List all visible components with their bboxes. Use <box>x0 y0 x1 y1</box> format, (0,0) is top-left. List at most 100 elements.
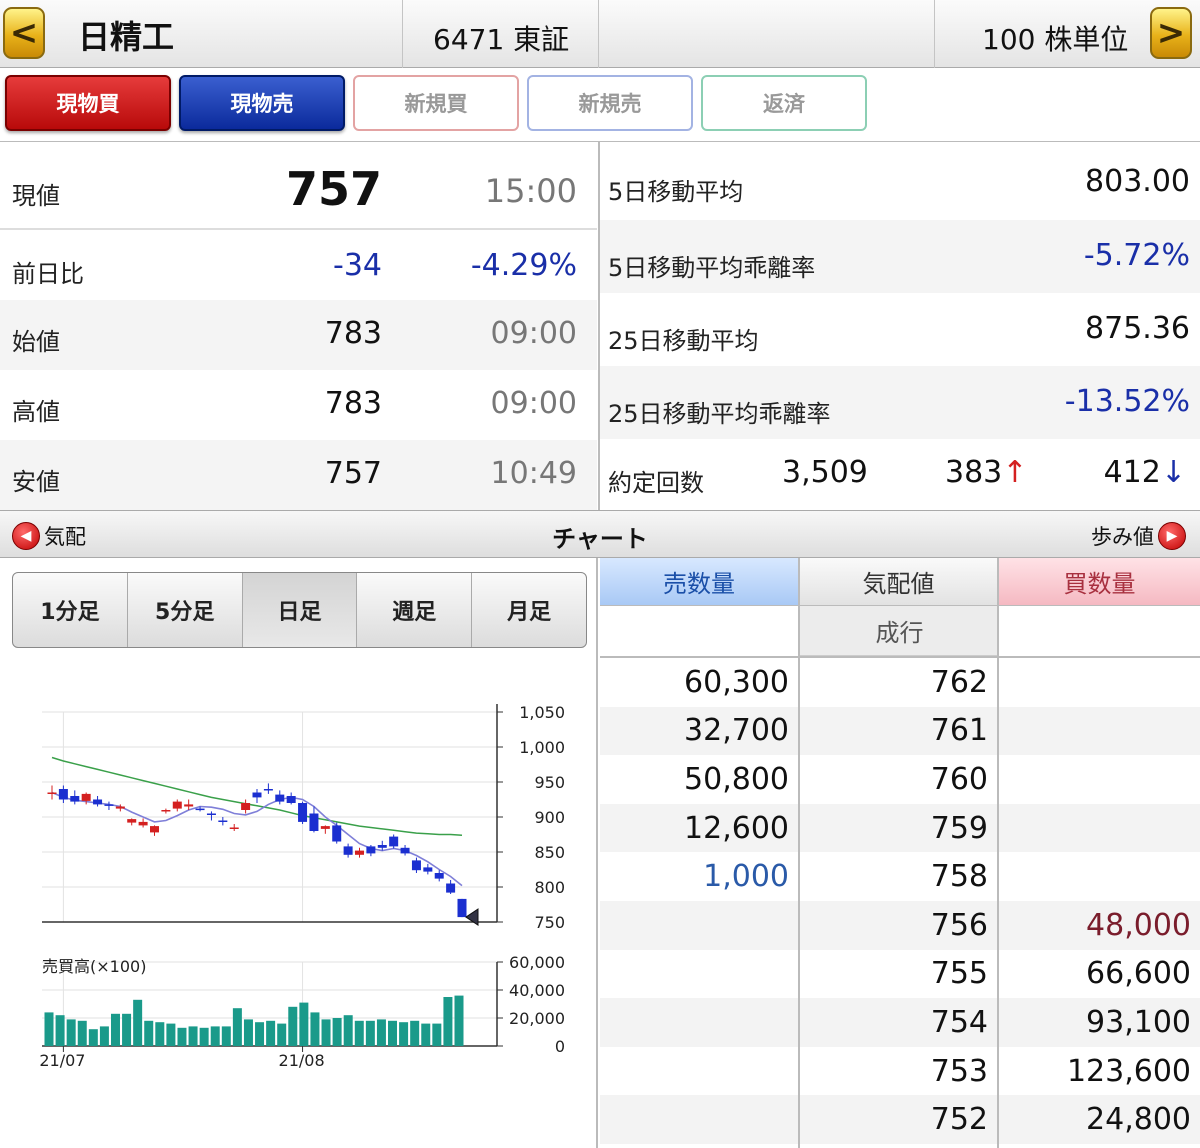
stock-code: 6471 東証 <box>433 23 570 56</box>
volume-bar <box>77 1020 87 1046</box>
chevron-left-icon[interactable]: < <box>3 7 45 59</box>
order-book: 売数量 気配値 買数量 成行 60,300 762 32,700 761 50,800 7… <box>600 558 1200 1148</box>
volume-bar <box>166 1023 176 1046</box>
book-row[interactable]: 50,800 760 <box>600 755 1200 804</box>
buy-qty: 93,100 <box>1086 1004 1191 1040</box>
period-1min[interactable]: 1分足 <box>13 573 128 647</box>
stats-panel: 5日移動平均 803.00 5日移動平均乖離率 -5.72% 25日移動平均 8… <box>0 142 1200 510</box>
book-row[interactable]: 1,000 758 <box>600 852 1200 901</box>
volume-bar <box>122 1013 132 1046</box>
candle-body <box>434 873 444 879</box>
period-monthly[interactable]: 月足 <box>472 573 586 647</box>
period-daily[interactable]: 日足 <box>242 573 358 647</box>
time-tick-label: 21/08 <box>279 1051 325 1070</box>
book-row[interactable]: 755 66,600 <box>600 949 1200 999</box>
price-tick-label: 800 <box>534 878 565 897</box>
volume-bar <box>410 1020 420 1046</box>
period-5min[interactable]: 5分足 <box>128 573 243 647</box>
candlestick-chart: 1,050 1,000 950 900 850 800 750 60,000 40,000 20,… <box>39 703 565 1070</box>
period-weekly[interactable]: 週足 <box>357 573 473 647</box>
value-ma25: 875.36 <box>1085 311 1190 346</box>
buy-qty: 48,000 <box>1086 907 1191 943</box>
candle-body <box>172 801 182 809</box>
trading-unit: 100 株単位 <box>982 23 1129 56</box>
candle-body <box>93 799 103 805</box>
candle-body <box>366 846 376 854</box>
volume-bar <box>365 1020 375 1046</box>
price[interactable]: 754 <box>800 998 997 1047</box>
volume-bar <box>66 1019 76 1046</box>
volume-tick-label: 40,000 <box>509 981 565 1000</box>
book-row[interactable]: 12,600 759 <box>600 803 1200 853</box>
book-row[interactable]: 752 24,800 <box>600 1095 1200 1144</box>
label-ma25: 25日移動平均 <box>608 327 759 355</box>
candle-body <box>275 794 285 802</box>
book-row[interactable]: 754 93,100 <box>600 998 1200 1047</box>
tab-margin-buy[interactable]: 新規買 <box>353 75 519 131</box>
book-row[interactable]: 60,300 762 <box>600 658 1200 707</box>
volume-bar <box>388 1020 398 1046</box>
price[interactable]: 759 <box>800 804 997 853</box>
volume-tick-label: 60,000 <box>509 953 565 972</box>
section-title: チャート <box>552 525 648 553</box>
row-ma5: 5日移動平均 803.00 <box>600 142 1200 215</box>
quotes-link[interactable]: 気配 <box>44 521 86 551</box>
volume-bar <box>376 1019 386 1046</box>
value-trades-total: 3,509 <box>782 455 868 490</box>
sell-qty <box>600 901 798 950</box>
sell-qty: 60,300 <box>684 664 789 700</box>
row-ma5-dev: 5日移動平均乖離率 -5.72% <box>600 220 1200 293</box>
row-ma25-dev: 25日移動平均乖離率 -13.52% <box>600 366 1200 439</box>
volume-bar <box>255 1022 265 1046</box>
volume-bar <box>432 1023 442 1046</box>
sell-qty <box>600 1095 798 1144</box>
book-row[interactable]: 756 48,000 <box>600 901 1200 950</box>
trades-link[interactable]: 歩み値 <box>1091 521 1154 551</box>
price[interactable]: 755 <box>800 950 997 999</box>
volume-bar <box>155 1022 165 1046</box>
tab-margin-sell[interactable]: 新規売 <box>527 75 693 131</box>
price-tick-label: 1,000 <box>519 738 565 757</box>
volume-bar <box>266 1020 276 1046</box>
value-ma5-dev: -5.72% <box>1083 238 1190 273</box>
sell-qty <box>600 1047 798 1096</box>
tab-repay[interactable]: 返済 <box>701 75 867 131</box>
arrow-right-icon[interactable]: ▶ <box>1158 522 1186 550</box>
candle-body <box>320 826 330 829</box>
tab-cash-buy[interactable]: 現物買 <box>5 75 171 131</box>
candle-body <box>229 827 239 829</box>
candle-body <box>400 847 410 854</box>
tab-cash-sell[interactable]: 現物売 <box>179 75 345 131</box>
price[interactable]: 762 <box>800 658 997 707</box>
arrow-left-icon[interactable]: ◀ <box>12 522 40 550</box>
sell-qty: 32,700 <box>684 713 789 749</box>
label-ma5: 5日移動平均 <box>608 178 744 206</box>
arrow-right-glyph: ▶ <box>1166 528 1178 544</box>
volume-bar <box>55 1015 65 1046</box>
header-bar: < 日精工 6471 東証 100 株単位 > <box>0 0 1200 68</box>
sell-qty <box>600 950 798 999</box>
volume-bar <box>443 997 453 1046</box>
book-row[interactable]: 32,700 761 <box>600 706 1200 756</box>
candle-body <box>286 796 296 803</box>
book-row[interactable]: 753 123,600 <box>600 1046 1200 1096</box>
candle-body <box>446 883 456 893</box>
price[interactable]: 758 <box>800 852 997 901</box>
price[interactable]: 752 <box>800 1095 997 1144</box>
price[interactable]: 756 <box>800 901 997 950</box>
header-price: 気配値 <box>800 558 999 606</box>
candle-body <box>298 803 308 822</box>
volume-bar <box>277 1023 287 1046</box>
label-ma5-dev: 5日移動平均乖離率 <box>608 254 816 282</box>
volume-bar <box>221 1026 231 1046</box>
book-rows: 60,300 762 32,700 761 50,800 760 12,600 759 1,00… <box>600 658 1200 1148</box>
header-buy-qty: 買数量 <box>999 558 1200 606</box>
price[interactable]: 760 <box>800 755 997 804</box>
price[interactable]: 753 <box>800 1047 997 1096</box>
candle-body <box>377 845 387 848</box>
sell-qty: 50,800 <box>684 761 789 797</box>
price[interactable]: 761 <box>800 707 997 756</box>
chevron-right-icon[interactable]: > <box>1150 7 1192 59</box>
price-tick-label: 750 <box>534 913 565 932</box>
header-sell-qty: 売数量 <box>600 558 800 606</box>
